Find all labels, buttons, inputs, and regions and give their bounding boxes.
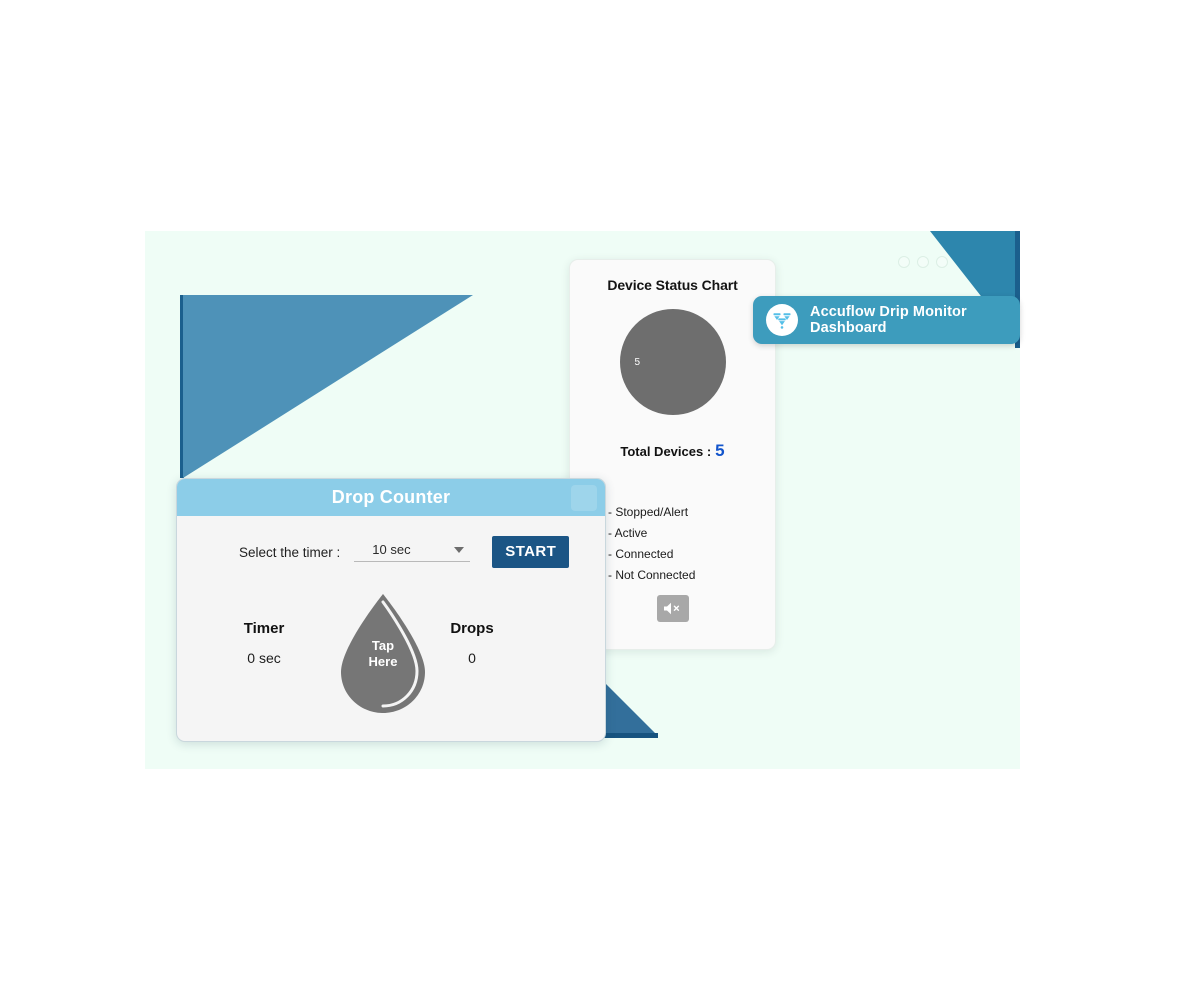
pie-chart-slice-not-connected[interactable]: 5: [619, 309, 726, 415]
timer-select-dropdown[interactable]: 10 sec: [354, 542, 471, 562]
drop-counter-title: Drop Counter: [331, 487, 451, 507]
legend-label-active: - Active: [608, 525, 648, 540]
badge-logo-wrap: [766, 304, 798, 336]
total-devices-label: Total Devices :: [620, 444, 712, 459]
legend-label-not-connected: - Not Connected: [608, 567, 696, 582]
speaker-muted-icon: [664, 602, 680, 615]
drops-stat-title: Drops: [450, 620, 494, 637]
legend-item-connected[interactable]: - Connected: [588, 543, 775, 564]
screenshot-root: Device Status Chart 5 Total Devices :5 -…: [0, 0, 1200, 1000]
drops-stat: Drops 0: [417, 620, 527, 666]
window-dot-minimize-icon[interactable]: [917, 256, 929, 268]
drop-counter-header: Drop Counter: [177, 479, 605, 516]
total-devices-row: Total Devices :5: [570, 441, 775, 461]
mute-toggle-button[interactable]: [656, 595, 689, 622]
counter-area: Timer 0 sec Tap Here Drops 0: [177, 568, 605, 718]
timer-stat-value: 0 sec: [247, 650, 281, 666]
timer-stat: Timer 0 sec: [209, 620, 319, 666]
start-button[interactable]: START: [492, 536, 570, 568]
legend-item-stopped-alert[interactable]: - Stopped/Alert: [588, 501, 775, 522]
dashboard-title-badge[interactable]: Accuflow Drip Monitor Dashboard: [753, 296, 1020, 344]
legend-item-active[interactable]: - Active: [588, 522, 775, 543]
dashboard-title-label: Accuflow Drip Monitor Dashboard: [810, 304, 967, 336]
device-status-chart: 5: [570, 309, 775, 415]
timer-selection-row: Select the timer : 10 sec START: [177, 516, 605, 568]
decorative-triangle-edge-bottom: [601, 733, 658, 738]
decorative-triangle-large: [183, 295, 473, 478]
legend-label-stopped-alert: - Stopped/Alert: [608, 504, 689, 519]
legend-item-not-connected[interactable]: - Not Connected: [588, 564, 775, 585]
timer-stat-title: Timer: [243, 620, 285, 637]
total-devices-value: 5: [715, 441, 725, 460]
pie-slice-value-label: 5: [634, 357, 641, 368]
drop-counter-header-action[interactable]: [571, 485, 597, 511]
legend-label-connected: - Connected: [608, 546, 674, 561]
decorative-triangle-bottom: [601, 679, 658, 736]
drop-counter-card: Drop Counter Select the timer : 10 sec S…: [176, 478, 606, 742]
device-status-chart-title: Device Status Chart: [607, 277, 738, 293]
chevron-down-icon: [454, 546, 465, 553]
timer-select-value: 10 sec: [372, 542, 411, 557]
drops-stat-value: 0: [468, 650, 476, 666]
window-dot-close-icon[interactable]: [898, 256, 910, 268]
timer-select-label: Select the timer :: [239, 544, 341, 560]
drip-funnel-logo-icon: [773, 313, 791, 329]
